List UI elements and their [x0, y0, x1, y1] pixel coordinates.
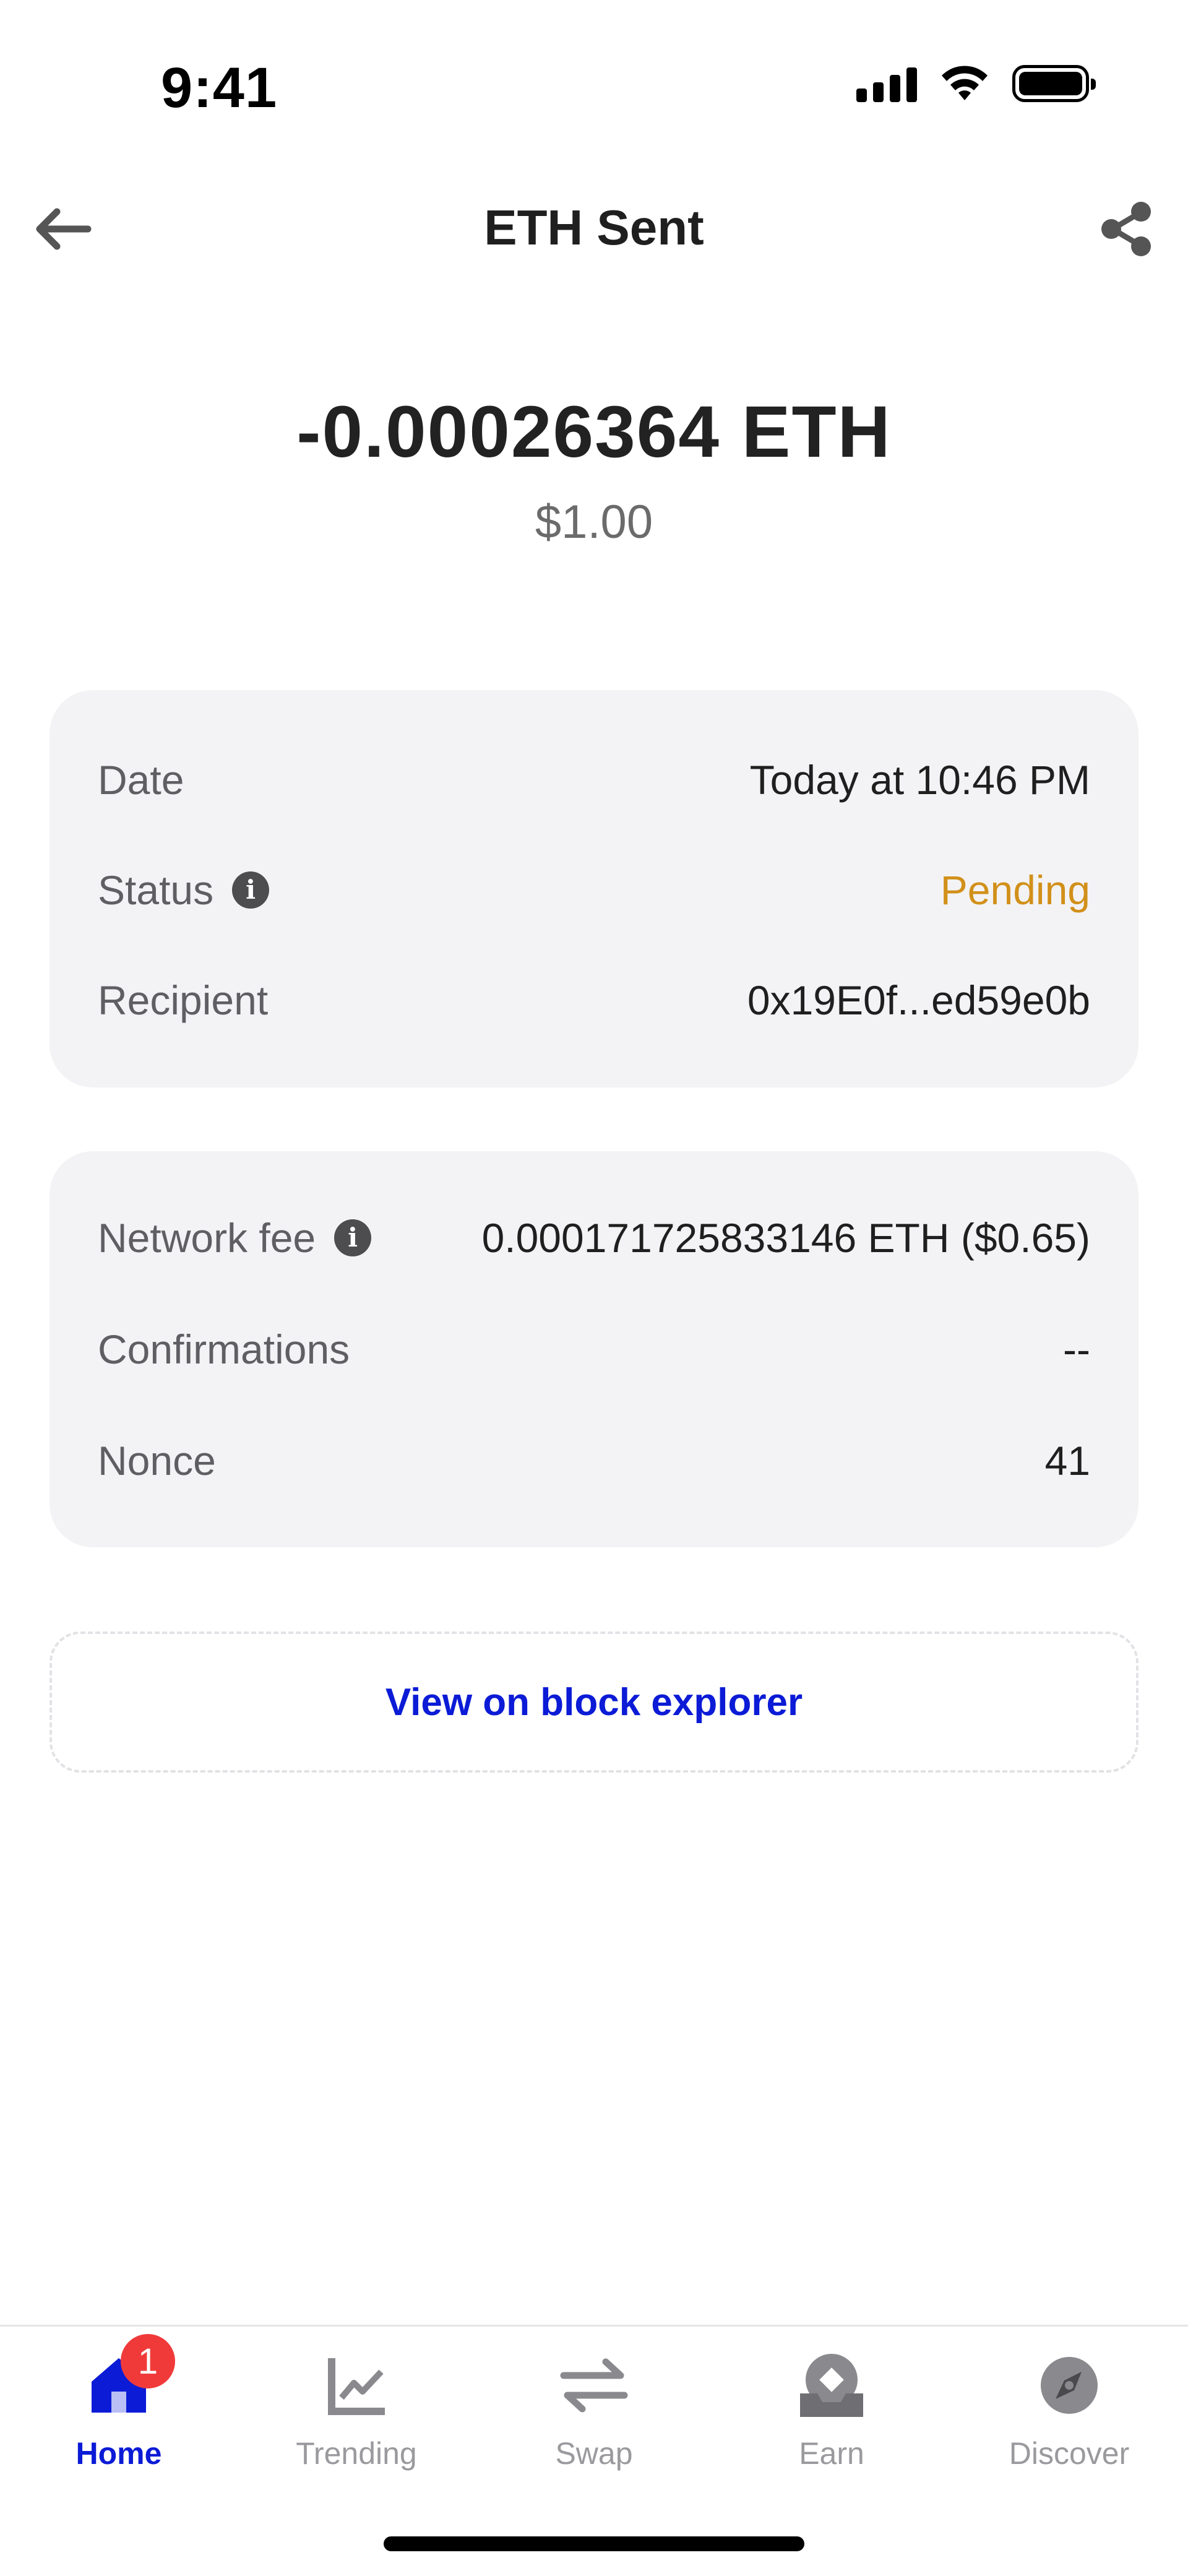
- fiat-value: $1.00: [535, 496, 653, 548]
- swap-arrows-icon: [560, 2358, 628, 2413]
- status-time: 9:41: [161, 56, 278, 119]
- status-value: Pending: [940, 867, 1090, 913]
- compass-icon: [1041, 2357, 1098, 2414]
- nonce-value: 41: [1044, 1438, 1090, 1484]
- tab-home[interactable]: 1 Home: [0, 2334, 238, 2494]
- wifi-icon: [942, 66, 988, 100]
- confirmations-label: Confirmations: [98, 1326, 350, 1372]
- transaction-amount: -0.00026364 ETH: [296, 391, 892, 473]
- view-on-block-explorer-button[interactable]: View on block explorer: [50, 1632, 1138, 1773]
- tab-swap[interactable]: Swap: [475, 2351, 713, 2494]
- status-icons: [856, 64, 1096, 103]
- status-bar: 9:41: [0, 0, 1188, 173]
- network-fee-value: 0.000171725833146 ETH ($0.65): [481, 1215, 1090, 1261]
- network-fee-label: Network fee: [98, 1215, 316, 1261]
- home-indicator[interactable]: [384, 2536, 804, 2551]
- date-row: Date Today at 10:46 PM: [98, 752, 1090, 808]
- tab-discover-label: Discover: [1009, 2436, 1130, 2471]
- notification-badge: 1: [121, 2334, 175, 2388]
- date-value: Today at 10:46 PM: [749, 757, 1090, 803]
- tab-home-label: Home: [75, 2436, 162, 2471]
- earn-icon: [800, 2354, 863, 2417]
- tab-swap-label: Swap: [555, 2436, 633, 2471]
- cellular-signal-icon: [856, 65, 917, 102]
- confirmations-value: --: [1063, 1326, 1090, 1372]
- battery-icon: [1012, 65, 1096, 102]
- status-info-icon[interactable]: i: [232, 871, 270, 909]
- tab-earn[interactable]: Earn: [713, 2351, 950, 2494]
- share-button[interactable]: [1089, 198, 1163, 260]
- header: ETH Sent: [0, 186, 1188, 272]
- tab-discover[interactable]: Discover: [950, 2351, 1188, 2494]
- transaction-details-card: Date Today at 10:46 PM Status i Pending …: [50, 690, 1138, 1087]
- network-fee-row: Network fee i 0.000171725833146 ETH ($0.…: [98, 1210, 1090, 1266]
- status-row: Status i Pending: [98, 862, 1090, 918]
- tab-trending-label: Trending: [296, 2436, 417, 2471]
- page-title: ETH Sent: [484, 200, 704, 255]
- nonce-label: Nonce: [98, 1438, 216, 1484]
- date-label: Date: [98, 757, 184, 803]
- tab-earn-label: Earn: [799, 2436, 864, 2471]
- fee-details-card: Network fee i 0.000171725833146 ETH ($0.…: [50, 1151, 1138, 1547]
- share-icon: [1101, 202, 1151, 256]
- trending-chart-icon: [328, 2358, 385, 2415]
- recipient-row: Recipient 0x19E0f...ed59e0b: [98, 972, 1090, 1028]
- network-fee-info-icon[interactable]: i: [334, 1219, 372, 1256]
- tab-trending[interactable]: Trending: [238, 2351, 475, 2494]
- confirmations-row: Confirmations --: [98, 1321, 1090, 1377]
- recipient-label: Recipient: [98, 977, 269, 1023]
- status-label: Status: [98, 867, 214, 913]
- recipient-address[interactable]: 0x19E0f...ed59e0b: [747, 977, 1090, 1024]
- nonce-row: Nonce 41: [98, 1433, 1090, 1489]
